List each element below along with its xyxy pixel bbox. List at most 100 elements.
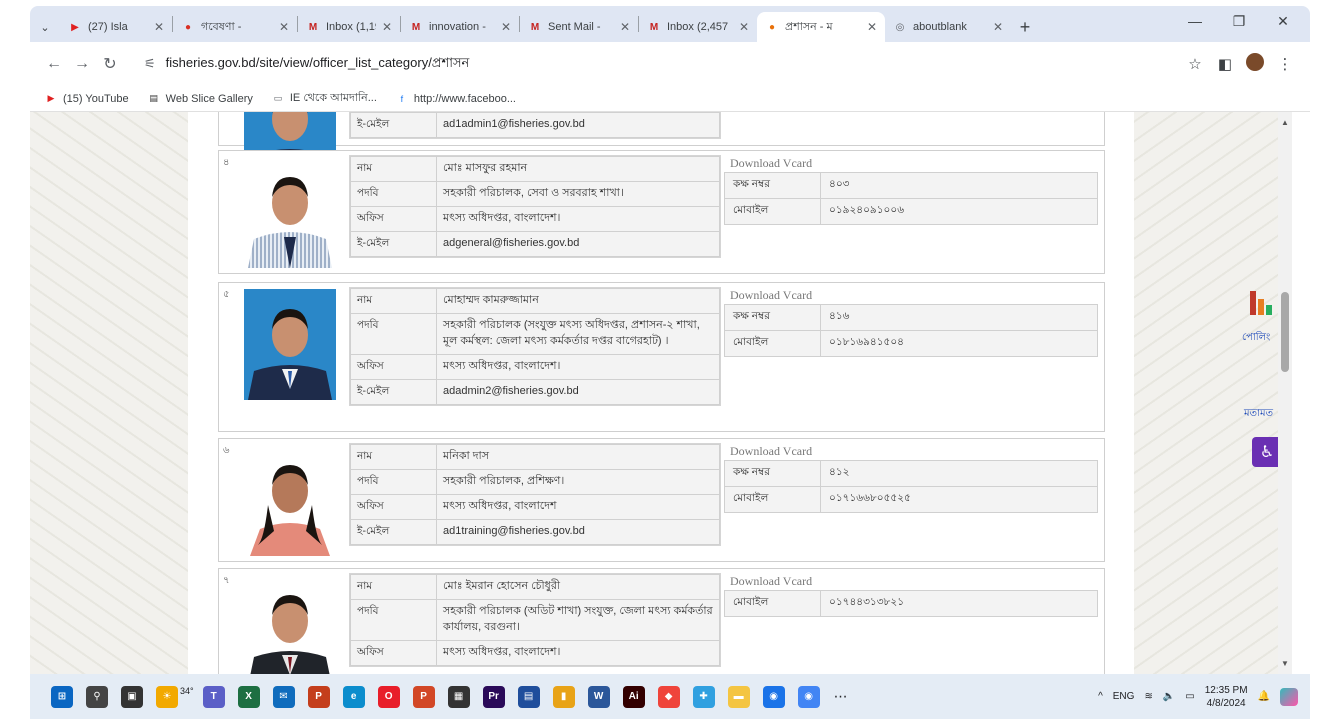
close-tab-icon[interactable]: ✕: [382, 20, 392, 34]
taskbar-powerpoint-red-icon[interactable]: P: [303, 681, 335, 713]
tab-6[interactable]: ● প্রশাসন - ম ✕: [757, 12, 885, 42]
notification-bell-icon[interactable]: 🔔: [1258, 691, 1270, 702]
decorative-pattern-right: [1127, 112, 1292, 674]
taskbar-illustrator-icon[interactable]: Ai: [618, 681, 650, 713]
desig-label: পদবি: [350, 180, 437, 207]
taskbar-edge-icon[interactable]: e: [338, 681, 370, 713]
bookmark-2[interactable]: ▭ IE থেকে আমদানি...: [271, 89, 377, 108]
taskbar-paint-icon[interactable]: ✚: [688, 681, 720, 713]
battery-icon[interactable]: ▭: [1185, 691, 1194, 702]
bookmark-0[interactable]: ▶ (15) YouTube: [44, 93, 129, 105]
chevron-up-icon[interactable]: ^: [1098, 691, 1103, 702]
tab-title: aboutblank: [913, 21, 967, 33]
volume-icon[interactable]: 🔈: [1163, 691, 1175, 702]
officer-info-table: নাম মনিকা দাস পদবি সহকারী পরিচালক, প্রশিক্ষ…: [349, 443, 721, 546]
taskbar-teams-icon[interactable]: T: [198, 681, 230, 713]
menu-kebab-icon[interactable]: ⋮: [1270, 55, 1300, 73]
tab-5[interactable]: M Inbox (2,457 ✕: [639, 12, 757, 42]
bookmark-3[interactable]: f http://www.faceboo...: [395, 93, 516, 105]
language-indicator[interactable]: ENG: [1113, 691, 1135, 702]
close-tab-icon[interactable]: ✕: [867, 20, 877, 34]
tab-2[interactable]: M Inbox (1,199 ✕: [298, 12, 400, 42]
taskbar-mail-icon[interactable]: ✉: [268, 681, 300, 713]
profile-avatar[interactable]: [1240, 53, 1270, 75]
poll-link[interactable]: পোলিং: [1242, 330, 1270, 347]
close-tab-icon[interactable]: ✕: [739, 20, 749, 34]
restore-button[interactable]: ❐: [1217, 13, 1261, 30]
url-text: fisheries.gov.bd/site/view/officer_list_…: [165, 54, 470, 70]
name-value: মোহাম্মদ কামরুজ্জামান: [436, 288, 720, 314]
opinion-link[interactable]: মতামত: [1244, 406, 1273, 423]
download-vcard-link[interactable]: Download Vcard: [724, 155, 1098, 172]
taskbar-opera-icon[interactable]: O: [373, 681, 405, 713]
copilot-icon[interactable]: [1280, 687, 1298, 706]
tab-0[interactable]: ▶ (27) Isla ✕: [60, 12, 172, 42]
new-tab-button[interactable]: +: [1011, 12, 1039, 42]
download-vcard-link[interactable]: Download Vcard: [724, 573, 1098, 590]
officer-card: ৫ নাম মোহাম্মদ কামরুজ্জামান পদবি সহকারী পরিচ…: [218, 282, 1105, 432]
email-value[interactable]: adadmin2@fisheries.gov.bd: [436, 378, 720, 405]
forward-button[interactable]: →: [68, 55, 96, 73]
window-controls: — ❐ ✕: [1173, 6, 1305, 36]
email-label: ই-মেইল: [350, 518, 437, 545]
taskbar-outlook-blue-icon[interactable]: ▤: [513, 681, 545, 713]
close-tab-icon[interactable]: ✕: [620, 20, 630, 34]
officer-photo: [244, 157, 336, 268]
side-panel-icon[interactable]: ◧: [1210, 55, 1240, 73]
scrollbar-thumb[interactable]: [1281, 292, 1289, 372]
taskbar-start-icon[interactable]: ⊞: [46, 681, 78, 713]
bookmark-icon: f: [400, 93, 404, 104]
close-window-button[interactable]: ✕: [1261, 13, 1305, 30]
taskbar-chrome-profile-icon[interactable]: ◉: [793, 681, 825, 713]
close-tab-icon[interactable]: ✕: [993, 20, 1003, 34]
address-bar[interactable]: ⚟ fisheries.gov.bd/site/view/officer_lis…: [134, 48, 1170, 80]
download-vcard-link[interactable]: Download Vcard: [724, 287, 1098, 304]
taskbar-anydesk-icon[interactable]: ◆: [653, 681, 685, 713]
bookmark-1[interactable]: ▤ Web Slice Gallery: [147, 93, 252, 105]
taskbar-task-view-icon[interactable]: ▣: [116, 681, 148, 713]
taskbar-sticky-icon[interactable]: ▦: [443, 681, 475, 713]
taskbar-chrome-icon[interactable]: ◉: [758, 681, 790, 713]
tab-1[interactable]: ● গবেষণা - ✕: [173, 12, 297, 42]
taskbar-search-icon[interactable]: ⚲: [81, 681, 113, 713]
tab-search-button[interactable]: ⌄: [30, 12, 60, 42]
taskbar-premiere-icon[interactable]: Pr: [478, 681, 510, 713]
tab-7[interactable]: ◎ aboutblank ✕: [885, 12, 1011, 42]
desig-value: সহকারী পরিচালক (অডিট শাখা) সংযুক্ত, জেলা…: [436, 598, 720, 641]
wifi-icon[interactable]: ≋: [1144, 691, 1152, 702]
office-label: অফিস: [350, 205, 437, 232]
scroll-down-icon[interactable]: ▼: [1281, 659, 1289, 668]
site-info-icon[interactable]: ⚟: [144, 56, 156, 72]
email-value[interactable]: ad1training@fisheries.gov.bd: [436, 518, 720, 545]
taskbar-weather-icon[interactable]: ☀: [151, 681, 183, 713]
close-tab-icon[interactable]: ✕: [279, 20, 289, 34]
office-value: মৎস্য অধিদপ্তর, বাংলাদেশ।: [436, 353, 720, 380]
chevron-down-icon: ⌄: [40, 21, 50, 34]
email-value[interactable]: adgeneral@fisheries.gov.bd: [436, 230, 720, 257]
desig-label: পদবি: [350, 312, 437, 355]
back-button[interactable]: ←: [40, 55, 68, 73]
taskbar-files-yellow-icon[interactable]: ▮: [548, 681, 580, 713]
more-apps-icon[interactable]: ⋯: [834, 688, 848, 705]
tab-3[interactable]: Minnovation - ✕: [401, 12, 519, 42]
bookmark-star-icon[interactable]: ☆: [1180, 55, 1210, 73]
download-vcard-link[interactable]: Download Vcard: [724, 443, 1098, 460]
vcard-key: কক্ষ নম্বর: [724, 304, 821, 331]
close-tab-icon[interactable]: ✕: [501, 20, 511, 34]
email-value[interactable]: ad1admin1@fisheries.gov.bd: [436, 112, 720, 138]
taskbar-word-icon[interactable]: W: [583, 681, 615, 713]
clock[interactable]: 12:35 PM 4/8/2024: [1205, 684, 1248, 710]
scroll-up-icon[interactable]: ▲: [1281, 118, 1289, 127]
tab-4[interactable]: M Sent Mail - ✕: [520, 12, 638, 42]
serial-number: ৫: [223, 289, 230, 300]
vcard-panel: Download Vcard কক্ষ নম্বর ৪১২ মোবাইল ০১৭১৬৬৮…: [724, 443, 1098, 513]
taskbar-explorer-icon[interactable]: ▬: [723, 681, 755, 713]
page-scrollbar[interactable]: ▲ ▼: [1278, 112, 1292, 674]
close-tab-icon[interactable]: ✕: [154, 20, 164, 34]
reload-button[interactable]: ↻: [96, 54, 124, 74]
minimize-button[interactable]: —: [1173, 13, 1217, 29]
windows-taskbar: ⊞ ⚲ ▣ ☀ 34° T X ✉ Pe O P ▦ Pr ▤ ▮ W Ai ◆ ✚ ▬ ◉ ◉ ⋯ ^ ENG ≋ 🔈 …: [30, 674, 1310, 719]
taskbar-powerpoint-icon[interactable]: P: [408, 681, 440, 713]
taskbar-excel-icon[interactable]: X: [233, 681, 265, 713]
poll-chart-icon[interactable]: [1248, 287, 1278, 317]
